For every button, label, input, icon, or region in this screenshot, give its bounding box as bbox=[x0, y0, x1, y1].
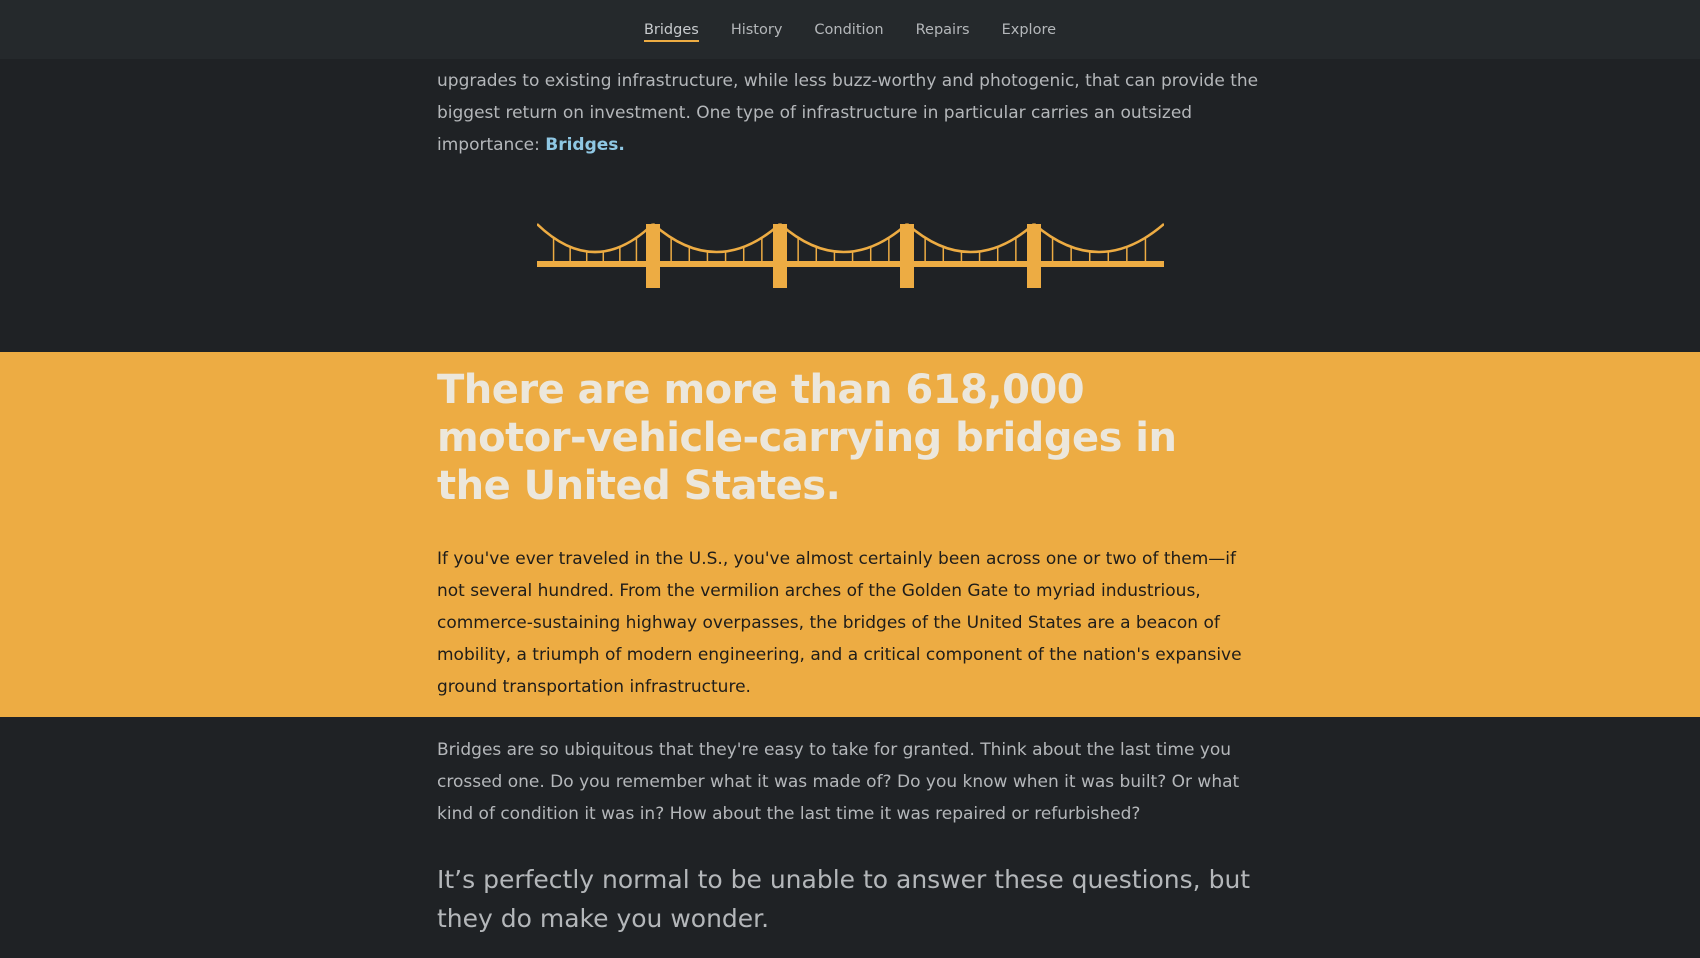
body-paragraph: Bridges are so ubiquitous that they're e… bbox=[437, 740, 1240, 824]
nav-item-condition[interactable]: Condition bbox=[814, 22, 883, 40]
top-nav: Bridges History Condition Repairs Explor… bbox=[0, 0, 1700, 59]
feature-paragraph: If you've ever traveled in the U.S., you… bbox=[437, 549, 1242, 697]
nav-item-explore[interactable]: Explore bbox=[1002, 22, 1056, 40]
nav-item-repairs[interactable]: Repairs bbox=[916, 22, 970, 40]
nav-item-bridges[interactable]: Bridges bbox=[643, 22, 699, 42]
nav-item-history[interactable]: History bbox=[731, 22, 783, 40]
nav-list: Bridges History Condition Repairs Explor… bbox=[0, 0, 1700, 42]
suspension-bridge-icon bbox=[537, 223, 1164, 288]
feature-title: There are more than 618,000 motor-vehicl… bbox=[437, 367, 1177, 509]
intro-highlight: Bridges. bbox=[545, 135, 625, 155]
intro-paragraph: upgrades to existing infrastructure, whi… bbox=[437, 65, 1267, 161]
pull-quote: It’s perfectly normal to be unable to an… bbox=[437, 865, 1251, 933]
